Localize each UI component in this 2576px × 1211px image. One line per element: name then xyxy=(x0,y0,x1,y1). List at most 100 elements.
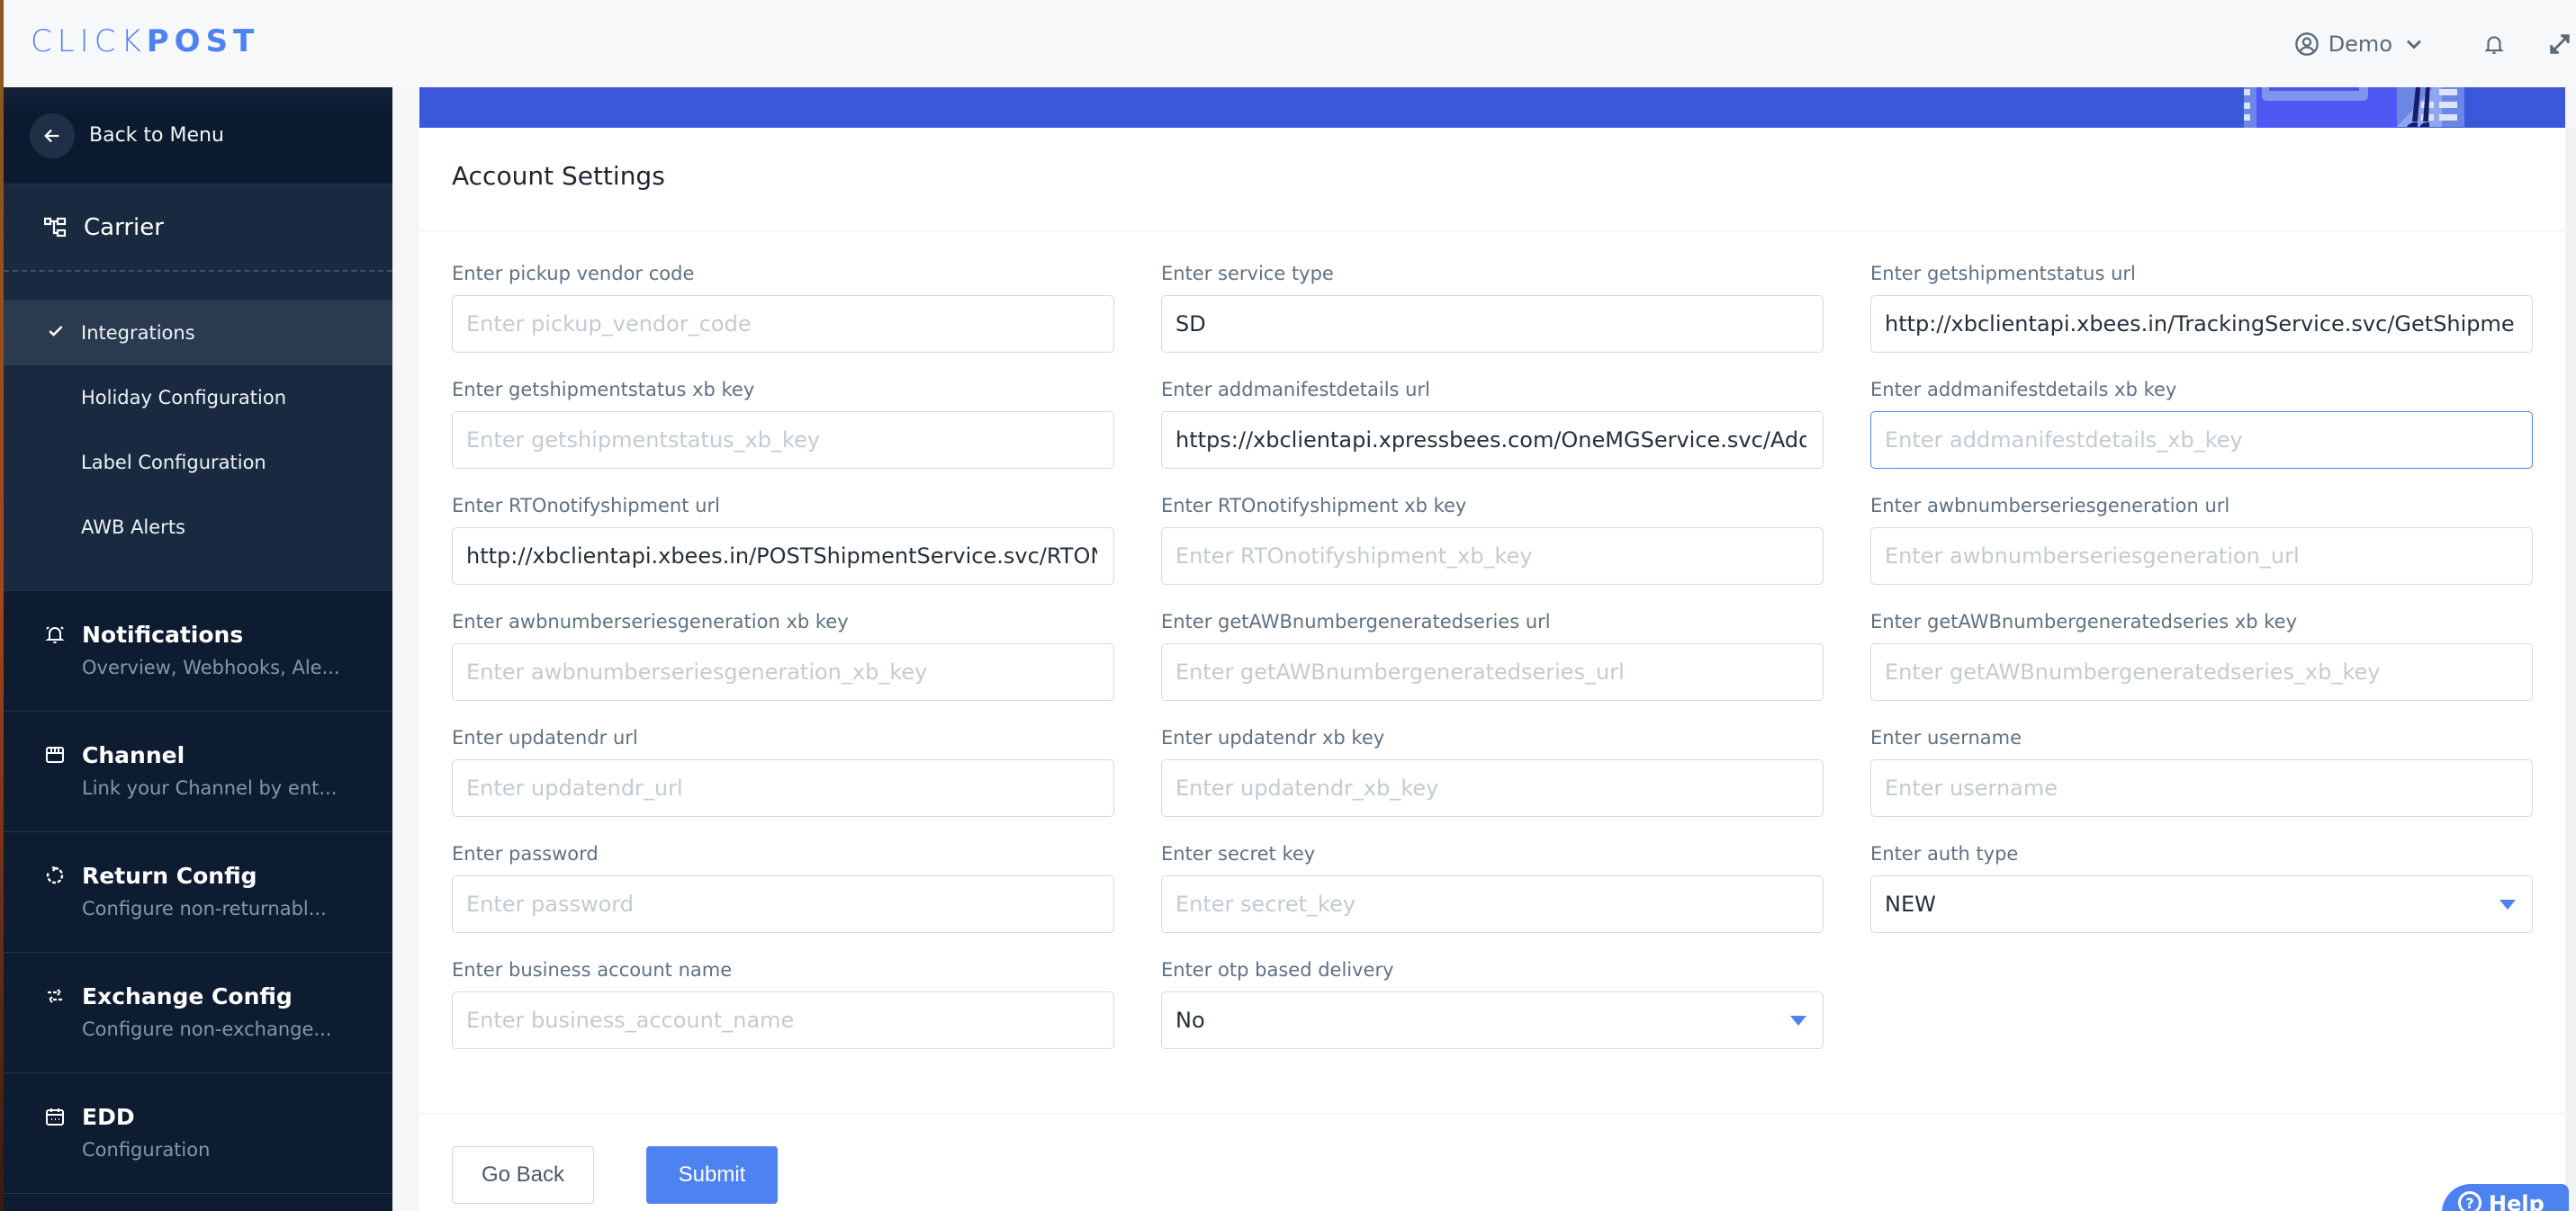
pickup-vendor-code-input[interactable] xyxy=(466,311,1097,336)
go-back-button[interactable]: Go Back xyxy=(452,1146,594,1204)
sidebar-item-label: Integrations xyxy=(81,322,195,344)
rtonotifyshipment-xb-key-input[interactable] xyxy=(1175,543,1806,569)
user-name: Demo xyxy=(2328,31,2392,57)
getawbnumbergeneratedseries-url-input[interactable] xyxy=(1175,659,1806,685)
updatendr-url-input[interactable] xyxy=(466,776,1097,801)
scrollbar-track[interactable] xyxy=(2565,128,2576,1211)
calendar-icon xyxy=(46,1108,64,1126)
field-updatendr-xb-key: Enter updatendr xb key xyxy=(1161,727,1824,817)
back-to-menu-button[interactable]: Back to Menu xyxy=(4,87,392,184)
help-button[interactable]: ? Help xyxy=(2442,1184,2569,1211)
field-label: Enter RTOnotifyshipment url xyxy=(452,495,720,516)
field-label: Enter addmanifestdetails url xyxy=(1161,379,1430,400)
awbnumberseriesgeneration-xb-key-input[interactable] xyxy=(466,659,1097,685)
page-title: Account Settings xyxy=(452,161,665,191)
secret-key-input[interactable] xyxy=(1175,892,1806,917)
logo-text-light: CLICK xyxy=(31,23,147,59)
caret-down-icon xyxy=(1790,1015,1806,1026)
main-content: Account Settings Enter pickup vendor cod… xyxy=(392,87,2576,1211)
getshipmentstatus-xb-key-input-box xyxy=(452,411,1114,469)
getawbnumbergeneratedseries-url-input-box xyxy=(1161,643,1824,701)
form-footer-divider xyxy=(419,1113,2565,1114)
auth-type-select[interactable]: NEW xyxy=(1870,875,2533,933)
field-getshipmentstatus-url: Enter getshipmentstatus url xyxy=(1870,263,2533,353)
field-label: Enter updatendr url xyxy=(452,727,638,749)
user-menu[interactable]: Demo xyxy=(2294,31,2427,57)
sidebar-item-integrations[interactable]: Integrations xyxy=(4,301,392,365)
awbnumberseriesgeneration-url-input[interactable] xyxy=(1885,543,2516,569)
nav-title: Return Config xyxy=(82,863,257,889)
field-label: Enter getAWBnumbergeneratedseries xb key xyxy=(1870,611,2298,632)
sidebar-item-label: AWB Alerts xyxy=(81,516,185,538)
otp-based-delivery-select[interactable]: No xyxy=(1161,991,1824,1049)
select-value: No xyxy=(1175,1008,1205,1033)
business-account-name-input[interactable] xyxy=(466,1008,1097,1033)
field-getshipmentstatus-xb-key: Enter getshipmentstatus xb key xyxy=(452,379,1114,469)
sidebar-item-exchange-config[interactable]: Exchange Config Configure non-exchange..… xyxy=(4,952,392,1072)
field-auth-type: Enter auth type NEW xyxy=(1870,843,2533,933)
field-addmanifestdetails-url: Enter addmanifestdetails url xyxy=(1161,379,1824,469)
secret-key-input-box xyxy=(1161,875,1824,933)
getshipmentstatus-url-input-box xyxy=(1870,295,2533,353)
chevron-down-icon xyxy=(2406,39,2422,49)
header-banner xyxy=(419,87,2565,128)
field-business-account-name: Enter business account name xyxy=(452,959,1114,1049)
caret-down-icon xyxy=(2499,899,2516,910)
sidebar-item-label: Holiday Configuration xyxy=(81,387,287,408)
sidebar-item-carrier[interactable]: Carrier xyxy=(4,184,392,272)
field-rtonotifyshipment-url: Enter RTOnotifyshipment url xyxy=(452,495,1114,585)
field-secret-key: Enter secret key xyxy=(1161,843,1824,933)
carrier-section: Carrier Integrations Holiday Configurati… xyxy=(4,184,392,590)
hierarchy-icon xyxy=(44,217,67,237)
awbnumberseriesgeneration-xb-key-input-box xyxy=(452,643,1114,701)
service-type-input[interactable] xyxy=(1175,311,1806,336)
getshipmentstatus-xb-key-input[interactable] xyxy=(466,427,1097,453)
help-label: Help xyxy=(2489,1191,2544,1211)
nav-desc: Overview, Webhooks, Ale... xyxy=(82,657,340,678)
updatendr-url-input-box xyxy=(452,759,1114,817)
updatendr-xb-key-input-box xyxy=(1161,759,1824,817)
bell-icon[interactable] xyxy=(2482,31,2506,57)
nav-desc: Configuration xyxy=(82,1139,211,1161)
sidebar-item-channel[interactable]: Channel Link your Channel by ent... xyxy=(4,711,392,831)
getshipmentstatus-url-input[interactable] xyxy=(1885,311,2516,336)
sidebar-item-edd[interactable]: EDD Configuration xyxy=(4,1072,392,1193)
addmanifestdetails-url-input[interactable] xyxy=(1175,427,1806,453)
username-input[interactable] xyxy=(1885,776,2516,801)
rtonotifyshipment-url-input[interactable] xyxy=(466,543,1097,569)
field-label: Enter password xyxy=(452,843,599,865)
submit-button[interactable]: Submit xyxy=(646,1146,778,1204)
sidebar-item-holiday-configuration[interactable]: Holiday Configuration xyxy=(4,365,392,430)
nav-desc: Configure non-returnabl... xyxy=(82,898,327,919)
sidebar-divider xyxy=(4,1193,392,1200)
field-updatendr-url: Enter updatendr url xyxy=(452,727,1114,817)
password-input-box xyxy=(452,875,1114,933)
field-otp-based-delivery: Enter otp based delivery No xyxy=(1161,959,1824,1049)
sidebar-item-label-configuration[interactable]: Label Configuration xyxy=(4,430,392,495)
password-input[interactable] xyxy=(466,892,1097,917)
expand-icon[interactable] xyxy=(2547,31,2572,57)
sidebar-item-return-config[interactable]: Return Config Configure non-returnabl... xyxy=(4,831,392,952)
arrow-left-icon xyxy=(44,129,59,142)
account-settings-card: Account Settings Enter pickup vendor cod… xyxy=(419,87,2565,1211)
field-getawbnumbergeneratedseries-xb-key: Enter getAWBnumbergeneratedseries xb key xyxy=(1870,611,2533,701)
awbnumberseriesgeneration-url-input-box xyxy=(1870,527,2533,585)
addmanifestdetails-xb-key-input[interactable] xyxy=(1885,427,2516,453)
back-to-menu-label: Back to Menu xyxy=(89,124,224,147)
updatendr-xb-key-input[interactable] xyxy=(1175,776,1806,801)
nav-title: Channel xyxy=(82,742,185,768)
getawbnumbergeneratedseries-xb-key-input[interactable] xyxy=(1885,659,2516,685)
field-rtonotifyshipment-xb-key: Enter RTOnotifyshipment xb key xyxy=(1161,495,1824,585)
field-pickup-vendor-code: Enter pickup vendor code xyxy=(452,263,1114,353)
user-circle-icon xyxy=(2294,31,2319,56)
check-icon xyxy=(49,326,63,336)
sidebar-item-awb-alerts[interactable]: AWB Alerts xyxy=(4,495,392,560)
field-label: Enter pickup vendor code xyxy=(452,263,695,284)
sidebar-item-notifications[interactable]: Notifications Overview, Webhooks, Ale... xyxy=(4,590,392,711)
field-service-type: Enter service type xyxy=(1161,263,1824,353)
window-edge xyxy=(0,0,4,1211)
clickpost-logo[interactable]: CLICKPOST xyxy=(31,23,259,59)
nav-desc: Configure non-exchange... xyxy=(82,1018,332,1040)
sidebar: Back to Menu Carrier Integrations Holida… xyxy=(4,87,392,1211)
username-input-box xyxy=(1870,759,2533,817)
